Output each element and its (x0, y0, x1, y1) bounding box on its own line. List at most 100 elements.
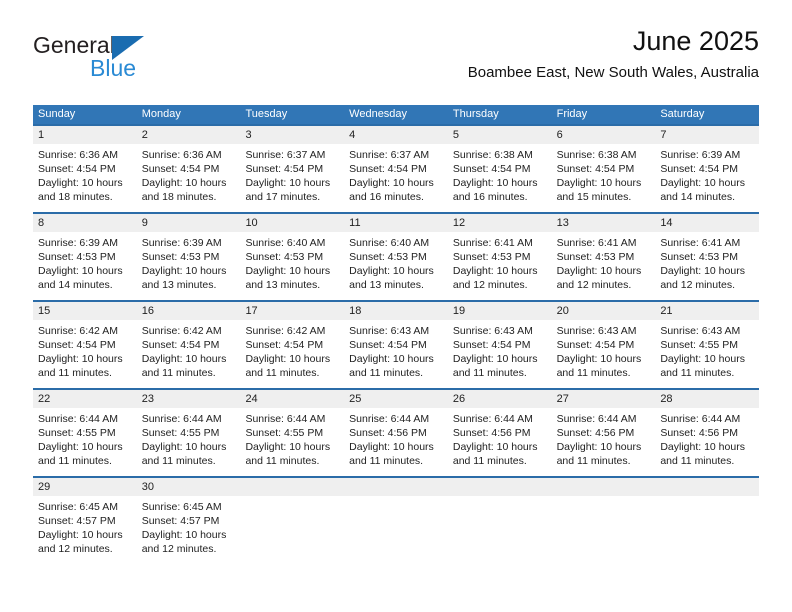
day-number: 26 (452, 393, 466, 405)
day-cell[interactable]: 14 Sunrise: 6:41 AM Sunset: 4:53 PM Dayl… (655, 214, 760, 300)
sunrise-text: Sunrise: 6:43 AM (556, 325, 637, 337)
day-cell[interactable]: 3 Sunrise: 6:37 AM Sunset: 4:54 PM Dayli… (240, 126, 345, 212)
day-cell[interactable]: 17 Sunrise: 6:42 AM Sunset: 4:54 PM Dayl… (240, 302, 345, 388)
day-number-band: 1 (33, 126, 137, 144)
daylight-text: Daylight: 10 hours and 11 minutes. (349, 353, 434, 379)
day-number-band: 16 (136, 302, 241, 320)
day-cell[interactable]: 21 Sunrise: 6:43 AM Sunset: 4:55 PM Dayl… (655, 302, 760, 388)
day-number-band: 9 (136, 214, 241, 232)
day-number-band: 14 (655, 214, 760, 232)
daylight-text: Daylight: 10 hours and 16 minutes. (452, 177, 538, 203)
sunrise-text: Sunrise: 6:39 AM (38, 237, 118, 249)
sunset-text: Sunset: 4:57 PM (38, 515, 116, 527)
day-cell[interactable]: 2 Sunrise: 6:36 AM Sunset: 4:54 PM Dayli… (136, 126, 241, 212)
daylight-text: Daylight: 10 hours and 12 minutes. (660, 265, 745, 291)
day-cell[interactable]: 11 Sunrise: 6:40 AM Sunset: 4:53 PM Dayl… (344, 214, 448, 300)
day-number-band: 6 (551, 126, 656, 144)
daylight-text: Daylight: 10 hours and 11 minutes. (660, 441, 745, 467)
weekday-header-monday: Monday (141, 108, 181, 120)
day-details: Sunrise: 6:42 AM Sunset: 4:54 PM Dayligh… (33, 320, 137, 380)
day-number-band: 29 (33, 478, 137, 496)
day-details: Sunrise: 6:39 AM Sunset: 4:54 PM Dayligh… (655, 144, 759, 204)
day-number: 29 (38, 481, 51, 493)
day-number-band: 22 (33, 390, 137, 408)
sunrise-text: Sunrise: 6:44 AM (349, 413, 430, 425)
day-number: 8 (38, 217, 45, 229)
calendar-page: General Blue June 2025 Boambee East, New… (0, 0, 792, 612)
sunset-text: Sunset: 4:54 PM (452, 339, 531, 351)
day-details: Sunrise: 6:38 AM Sunset: 4:54 PM Dayligh… (552, 144, 656, 204)
week-row: 15 Sunrise: 6:42 AM Sunset: 4:54 PM Dayl… (33, 300, 760, 388)
day-cell-empty (655, 478, 760, 564)
page-header: General Blue June 2025 Boambee East, New… (33, 24, 759, 96)
day-number-band: 12 (447, 214, 552, 232)
day-details: Sunrise: 6:44 AM Sunset: 4:55 PM Dayligh… (33, 408, 137, 468)
sunrise-text: Sunrise: 6:38 AM (556, 149, 637, 161)
day-number-band: 11 (344, 214, 448, 232)
week-row: 1 Sunrise: 6:36 AM Sunset: 4:54 PM Dayli… (33, 124, 760, 212)
day-cell[interactable]: 28 Sunrise: 6:44 AM Sunset: 4:56 PM Dayl… (655, 390, 760, 476)
week-row: 8 Sunrise: 6:39 AM Sunset: 4:53 PM Dayli… (33, 212, 760, 300)
sunrise-text: Sunrise: 6:38 AM (452, 149, 533, 161)
day-cell[interactable]: 12 Sunrise: 6:41 AM Sunset: 4:53 PM Dayl… (447, 214, 552, 300)
daylight-text: Daylight: 10 hours and 14 minutes. (38, 265, 123, 291)
daylight-text: Daylight: 10 hours and 12 minutes. (38, 529, 123, 555)
day-cell[interactable]: 6 Sunrise: 6:38 AM Sunset: 4:54 PM Dayli… (551, 126, 656, 212)
day-number-band: 19 (447, 302, 552, 320)
daylight-text: Daylight: 10 hours and 16 minutes. (349, 177, 434, 203)
day-cell[interactable]: 4 Sunrise: 6:37 AM Sunset: 4:54 PM Dayli… (344, 126, 448, 212)
day-cell[interactable]: 8 Sunrise: 6:39 AM Sunset: 4:53 PM Dayli… (33, 214, 137, 300)
day-number: 15 (38, 305, 51, 317)
day-cell[interactable]: 1 Sunrise: 6:36 AM Sunset: 4:54 PM Dayli… (33, 126, 137, 212)
day-number-band: 20 (551, 302, 656, 320)
sunrise-text: Sunrise: 6:37 AM (349, 149, 430, 161)
daylight-text: Daylight: 10 hours and 11 minutes. (660, 353, 745, 379)
day-cell[interactable]: 5 Sunrise: 6:38 AM Sunset: 4:54 PM Dayli… (447, 126, 552, 212)
day-cell[interactable]: 13 Sunrise: 6:41 AM Sunset: 4:53 PM Dayl… (551, 214, 656, 300)
day-cell[interactable]: 10 Sunrise: 6:40 AM Sunset: 4:53 PM Dayl… (240, 214, 345, 300)
day-number: 12 (452, 217, 466, 229)
day-cell[interactable]: 16 Sunrise: 6:42 AM Sunset: 4:54 PM Dayl… (136, 302, 241, 388)
sunrise-text: Sunrise: 6:44 AM (141, 413, 222, 425)
sunset-text: Sunset: 4:53 PM (660, 251, 738, 263)
day-cell[interactable]: 7 Sunrise: 6:39 AM Sunset: 4:54 PM Dayli… (655, 126, 760, 212)
daylight-text: Daylight: 10 hours and 11 minutes. (556, 353, 642, 379)
day-number: 10 (245, 217, 258, 229)
day-cell[interactable]: 15 Sunrise: 6:42 AM Sunset: 4:54 PM Dayl… (33, 302, 137, 388)
day-cell[interactable]: 20 Sunrise: 6:43 AM Sunset: 4:54 PM Dayl… (551, 302, 656, 388)
daylight-text: Daylight: 10 hours and 18 minutes. (141, 177, 227, 203)
sunset-text: Sunset: 4:53 PM (141, 251, 220, 263)
day-cell[interactable]: 9 Sunrise: 6:39 AM Sunset: 4:53 PM Dayli… (136, 214, 241, 300)
day-cell[interactable]: 25 Sunrise: 6:44 AM Sunset: 4:56 PM Dayl… (344, 390, 448, 476)
sunrise-text: Sunrise: 6:41 AM (452, 237, 533, 249)
day-cell[interactable]: 22 Sunrise: 6:44 AM Sunset: 4:55 PM Dayl… (33, 390, 137, 476)
day-cell[interactable]: 18 Sunrise: 6:43 AM Sunset: 4:54 PM Dayl… (344, 302, 448, 388)
day-number-band: 18 (344, 302, 448, 320)
day-details: Sunrise: 6:41 AM Sunset: 4:53 PM Dayligh… (448, 232, 552, 292)
day-details: Sunrise: 6:44 AM Sunset: 4:56 PM Dayligh… (552, 408, 656, 468)
sunset-text: Sunset: 4:55 PM (38, 427, 116, 439)
sunrise-text: Sunrise: 6:44 AM (556, 413, 637, 425)
day-cell[interactable]: 30 Sunrise: 6:45 AM Sunset: 4:57 PM Dayl… (136, 478, 241, 564)
day-cell-empty (551, 478, 656, 564)
day-number: 16 (141, 305, 154, 317)
day-cell[interactable]: 24 Sunrise: 6:44 AM Sunset: 4:55 PM Dayl… (240, 390, 345, 476)
day-number: 27 (556, 393, 569, 405)
day-cell[interactable]: 23 Sunrise: 6:44 AM Sunset: 4:55 PM Dayl… (136, 390, 241, 476)
sunrise-text: Sunrise: 6:42 AM (38, 325, 118, 337)
day-number: 6 (556, 129, 563, 141)
daylight-text: Daylight: 10 hours and 15 minutes. (556, 177, 642, 203)
day-number-band: 26 (447, 390, 552, 408)
daylight-text: Daylight: 10 hours and 12 minutes. (141, 529, 227, 555)
day-details: Sunrise: 6:39 AM Sunset: 4:53 PM Dayligh… (137, 232, 241, 292)
sunrise-text: Sunrise: 6:40 AM (349, 237, 430, 249)
day-cell[interactable]: 26 Sunrise: 6:44 AM Sunset: 4:56 PM Dayl… (447, 390, 552, 476)
day-number-band: 10 (240, 214, 345, 232)
day-cell[interactable]: 29 Sunrise: 6:45 AM Sunset: 4:57 PM Dayl… (33, 478, 137, 564)
day-cell[interactable]: 19 Sunrise: 6:43 AM Sunset: 4:54 PM Dayl… (447, 302, 552, 388)
sunset-text: Sunset: 4:54 PM (556, 339, 635, 351)
sunrise-text: Sunrise: 6:39 AM (141, 237, 222, 249)
day-cell-empty (240, 478, 345, 564)
day-cell[interactable]: 27 Sunrise: 6:44 AM Sunset: 4:56 PM Dayl… (551, 390, 656, 476)
day-details: Sunrise: 6:41 AM Sunset: 4:53 PM Dayligh… (655, 232, 759, 292)
